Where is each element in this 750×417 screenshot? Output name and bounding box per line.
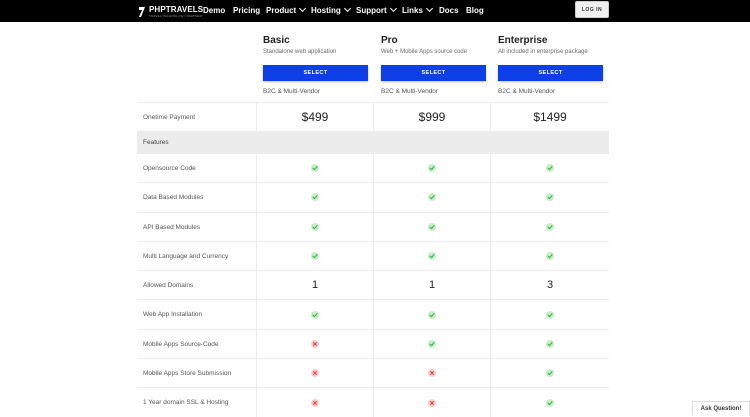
select-pro-button[interactable]: SELECT xyxy=(381,65,486,81)
plan-name: Basic xyxy=(263,35,290,46)
price-row: Onetime Payment $499 $999 $1499 xyxy=(137,102,609,131)
check-icon xyxy=(311,252,319,261)
feature-value: 3 xyxy=(546,279,554,292)
plan-type: B2C & Multi-Vendor xyxy=(381,88,439,95)
check-icon xyxy=(311,222,319,231)
login-button[interactable]: LOG IN xyxy=(575,1,609,18)
check-icon xyxy=(428,193,436,202)
brand-name: PHPTRAVELS xyxy=(149,4,204,14)
feature-row: Web App Installation xyxy=(137,299,609,329)
select-enterprise-button[interactable]: SELECT xyxy=(498,65,603,81)
check-icon xyxy=(546,222,554,231)
feature-label: Multi Language and Currency xyxy=(143,252,229,260)
feature-row: API Based Modules xyxy=(137,211,609,241)
feature-label: Mobile Apps Store Submission xyxy=(143,370,232,378)
nav-links[interactable]: Links xyxy=(402,4,433,15)
check-icon xyxy=(546,310,554,319)
feature-row: Mobile Apps Source-Code xyxy=(137,328,609,359)
cross-icon xyxy=(428,369,436,378)
features-section-header: Features xyxy=(137,131,609,153)
logo-icon xyxy=(139,6,145,17)
check-icon xyxy=(546,339,554,348)
check-icon xyxy=(546,164,554,173)
feature-row: Mobile Apps Store Submission xyxy=(137,358,609,388)
chevron-down-icon xyxy=(343,4,351,13)
chevron-down-icon xyxy=(425,4,433,13)
feature-label: Mobile Apps Source-Code xyxy=(143,340,219,348)
check-icon xyxy=(428,164,436,173)
nav-support[interactable]: Support xyxy=(356,4,397,15)
brand-logo[interactable]: PHPTRAVELS TRAVEL TECHNOLOGY PARTNER xyxy=(138,4,203,19)
cross-icon xyxy=(428,398,436,407)
feature-row: Multi Language and Currency xyxy=(137,240,609,271)
price-basic: $499 xyxy=(301,110,329,124)
plan-pro-header: Pro Web + Mobile Apps source code xyxy=(381,35,491,55)
feature-label: API Based Modules xyxy=(143,223,201,231)
features-label: Features xyxy=(143,139,169,146)
check-icon xyxy=(546,252,554,261)
plan-name: Enterprise xyxy=(498,35,548,46)
check-icon xyxy=(428,252,436,261)
price-enterprise: $1499 xyxy=(533,110,567,124)
pricing-comparison-table: Onetime Payment $499 $999 $1499 Features… xyxy=(137,102,609,417)
check-icon xyxy=(546,369,554,378)
feature-label: Opensource Code xyxy=(143,165,196,172)
select-basic-button[interactable]: SELECT xyxy=(263,65,368,81)
nav-product[interactable]: Product xyxy=(266,4,307,15)
brand-tagline: TRAVEL TECHNOLOGY PARTNER xyxy=(149,13,202,18)
feature-value: 1 xyxy=(311,279,319,292)
check-icon xyxy=(311,310,319,319)
nav-hosting[interactable]: Hosting xyxy=(311,4,351,15)
feature-row: 1 Year domain SSL & Hosting xyxy=(137,387,609,417)
feature-label: 1 Year domain SSL & Hosting xyxy=(143,399,229,407)
feature-row: Opensource Code xyxy=(137,153,609,183)
nav-pricing[interactable]: Pricing xyxy=(233,6,260,15)
plan-type: B2C & Multi-Vendor xyxy=(498,88,556,95)
plan-description: Web + Mobile Apps source code xyxy=(381,49,468,55)
feature-row: Data Based Modules xyxy=(137,182,609,212)
chevron-down-icon xyxy=(389,4,397,13)
check-icon xyxy=(311,193,319,202)
feature-label: Allowed Domains xyxy=(143,282,194,290)
check-icon xyxy=(428,310,436,319)
plan-basic-header: Basic Standalone web application xyxy=(263,35,373,55)
price-row-label: Onetime Payment xyxy=(143,114,196,121)
check-icon xyxy=(546,193,554,202)
check-icon xyxy=(428,339,436,348)
top-nav-bar: PHPTRAVELS TRAVEL TECHNOLOGY PARTNER Dem… xyxy=(0,0,750,22)
cross-icon xyxy=(311,339,319,348)
check-icon xyxy=(546,398,554,407)
chevron-down-icon xyxy=(299,4,307,13)
nav-demo[interactable]: Demo xyxy=(203,6,225,15)
plan-type: B2C & Multi-Vendor xyxy=(263,88,321,95)
ask-question-button[interactable]: Ask Question! xyxy=(692,401,750,415)
plan-enterprise-header: Enterprise All included in enterprise pa… xyxy=(498,35,608,55)
nav-blog[interactable]: Blog xyxy=(466,6,484,15)
feature-value: 1 xyxy=(428,279,436,292)
nav-docs[interactable]: Docs xyxy=(439,6,459,15)
cross-icon xyxy=(311,369,319,378)
feature-label: Web App Installation xyxy=(143,311,203,319)
cross-icon xyxy=(311,398,319,407)
check-icon xyxy=(428,222,436,231)
price-pro: $999 xyxy=(418,110,446,124)
feature-row: Allowed Domains 1 1 3 xyxy=(137,270,609,300)
check-icon xyxy=(311,164,319,173)
plan-description: All included in enterprise package xyxy=(498,49,588,55)
feature-label: Data Based Modules xyxy=(143,194,204,202)
plan-name: Pro xyxy=(381,35,398,46)
plan-description: Standalone web application xyxy=(263,49,337,55)
